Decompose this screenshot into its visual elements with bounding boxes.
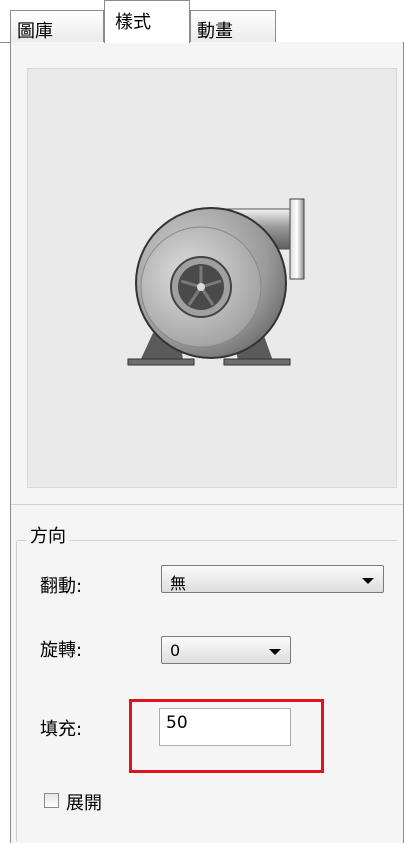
preview-divider bbox=[11, 504, 403, 505]
chevron-down-icon bbox=[362, 578, 374, 584]
highlight-box bbox=[129, 699, 324, 773]
flip-label: 翻動: bbox=[40, 576, 83, 597]
fill-label: 填充: bbox=[40, 719, 83, 740]
pump-icon bbox=[127, 198, 305, 366]
tab-animation[interactable]: 動畫 bbox=[190, 10, 276, 42]
tab-style-label: 樣式 bbox=[115, 12, 151, 33]
chevron-down-icon bbox=[269, 649, 281, 655]
flip-select[interactable]: 無 bbox=[161, 565, 384, 593]
rotate-label: 旋轉: bbox=[40, 640, 83, 661]
preview-area bbox=[27, 68, 397, 488]
expand-label[interactable]: 展開 bbox=[66, 789, 102, 815]
rotate-select[interactable]: 0 bbox=[161, 636, 291, 664]
tab-library[interactable]: 圖庫 bbox=[10, 10, 104, 42]
tab-library-label: 圖庫 bbox=[17, 21, 53, 42]
direction-group-title: 方向 bbox=[26, 522, 70, 548]
tab-bar: 圖庫 樣式 動畫 bbox=[0, 0, 404, 43]
flip-value: 無 bbox=[170, 574, 187, 593]
expand-checkbox[interactable] bbox=[44, 793, 59, 808]
tab-style[interactable]: 樣式 bbox=[104, 0, 190, 43]
tab-animation-label: 動畫 bbox=[197, 21, 233, 42]
